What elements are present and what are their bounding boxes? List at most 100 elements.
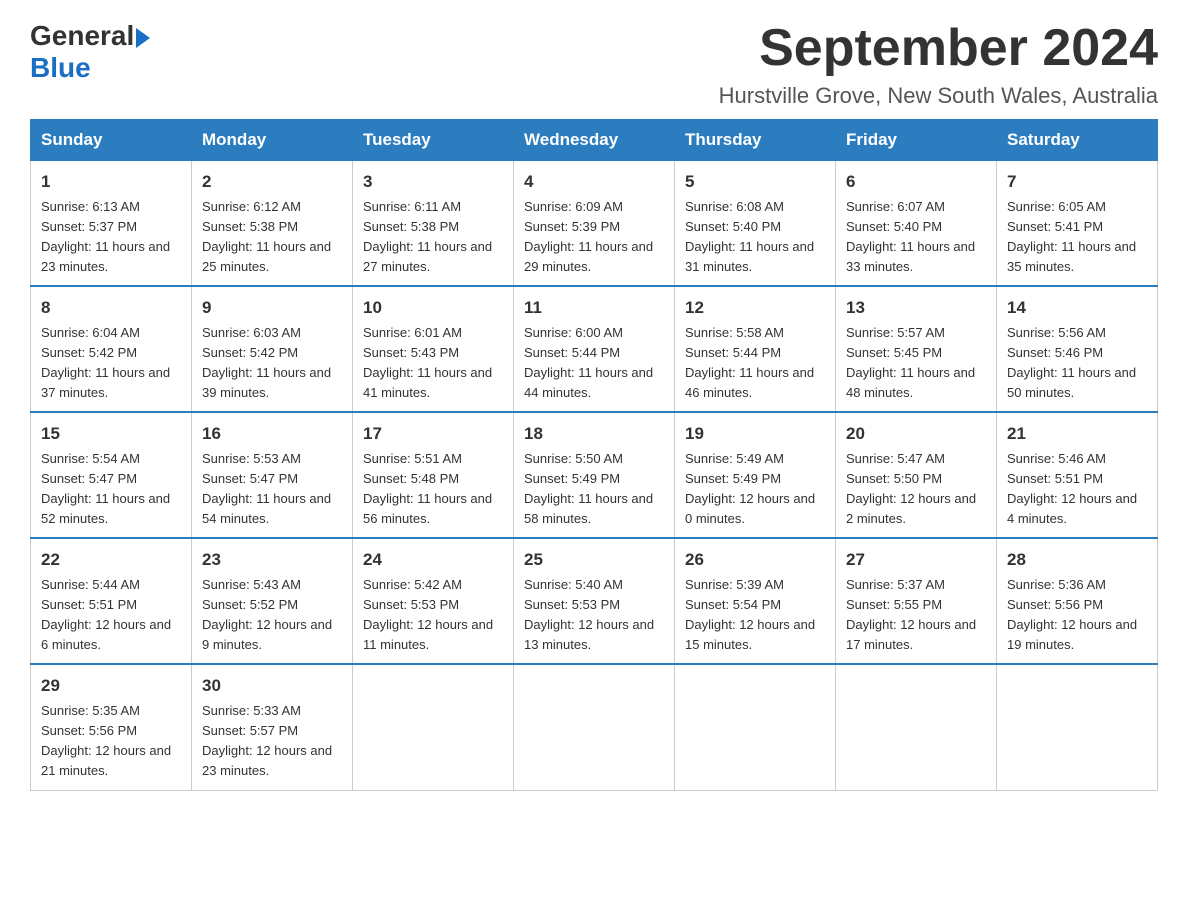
title-section: September 2024 Hurstville Grove, New Sou… — [719, 20, 1158, 109]
day-number: 4 — [524, 169, 664, 195]
day-number: 28 — [1007, 547, 1147, 573]
table-row: 16Sunrise: 5:53 AMSunset: 5:47 PMDayligh… — [192, 412, 353, 538]
table-row — [353, 664, 514, 790]
day-number: 29 — [41, 673, 181, 699]
day-info: Sunrise: 6:08 AMSunset: 5:40 PMDaylight:… — [685, 197, 825, 278]
day-info: Sunrise: 5:35 AMSunset: 5:56 PMDaylight:… — [41, 701, 181, 782]
page-header: General Blue September 2024 Hurstville G… — [30, 20, 1158, 109]
table-row: 14Sunrise: 5:56 AMSunset: 5:46 PMDayligh… — [997, 286, 1158, 412]
day-info: Sunrise: 6:12 AMSunset: 5:38 PMDaylight:… — [202, 197, 342, 278]
day-info: Sunrise: 5:50 AMSunset: 5:49 PMDaylight:… — [524, 449, 664, 530]
day-number: 12 — [685, 295, 825, 321]
table-row: 11Sunrise: 6:00 AMSunset: 5:44 PMDayligh… — [514, 286, 675, 412]
day-number: 16 — [202, 421, 342, 447]
table-row: 15Sunrise: 5:54 AMSunset: 5:47 PMDayligh… — [31, 412, 192, 538]
table-row: 20Sunrise: 5:47 AMSunset: 5:50 PMDayligh… — [836, 412, 997, 538]
table-row: 3Sunrise: 6:11 AMSunset: 5:38 PMDaylight… — [353, 161, 514, 287]
day-info: Sunrise: 6:05 AMSunset: 5:41 PMDaylight:… — [1007, 197, 1147, 278]
day-info: Sunrise: 6:13 AMSunset: 5:37 PMDaylight:… — [41, 197, 181, 278]
table-row — [836, 664, 997, 790]
calendar-table: Sunday Monday Tuesday Wednesday Thursday… — [30, 119, 1158, 790]
table-row — [675, 664, 836, 790]
table-row: 4Sunrise: 6:09 AMSunset: 5:39 PMDaylight… — [514, 161, 675, 287]
table-row: 29Sunrise: 5:35 AMSunset: 5:56 PMDayligh… — [31, 664, 192, 790]
day-number: 30 — [202, 673, 342, 699]
col-header-sunday: Sunday — [31, 120, 192, 161]
day-info: Sunrise: 5:33 AMSunset: 5:57 PMDaylight:… — [202, 701, 342, 782]
day-info: Sunrise: 5:49 AMSunset: 5:49 PMDaylight:… — [685, 449, 825, 530]
col-header-saturday: Saturday — [997, 120, 1158, 161]
table-row: 22Sunrise: 5:44 AMSunset: 5:51 PMDayligh… — [31, 538, 192, 664]
day-info: Sunrise: 5:58 AMSunset: 5:44 PMDaylight:… — [685, 323, 825, 404]
calendar-week-row: 15Sunrise: 5:54 AMSunset: 5:47 PMDayligh… — [31, 412, 1158, 538]
table-row: 21Sunrise: 5:46 AMSunset: 5:51 PMDayligh… — [997, 412, 1158, 538]
day-number: 1 — [41, 169, 181, 195]
calendar-week-row: 22Sunrise: 5:44 AMSunset: 5:51 PMDayligh… — [31, 538, 1158, 664]
day-info: Sunrise: 5:46 AMSunset: 5:51 PMDaylight:… — [1007, 449, 1147, 530]
logo-general-text: General — [30, 20, 134, 52]
logo: General Blue — [30, 20, 150, 84]
col-header-tuesday: Tuesday — [353, 120, 514, 161]
day-info: Sunrise: 5:56 AMSunset: 5:46 PMDaylight:… — [1007, 323, 1147, 404]
table-row: 1Sunrise: 6:13 AMSunset: 5:37 PMDaylight… — [31, 161, 192, 287]
table-row: 26Sunrise: 5:39 AMSunset: 5:54 PMDayligh… — [675, 538, 836, 664]
day-info: Sunrise: 6:04 AMSunset: 5:42 PMDaylight:… — [41, 323, 181, 404]
table-row: 12Sunrise: 5:58 AMSunset: 5:44 PMDayligh… — [675, 286, 836, 412]
day-info: Sunrise: 5:36 AMSunset: 5:56 PMDaylight:… — [1007, 575, 1147, 656]
day-info: Sunrise: 5:37 AMSunset: 5:55 PMDaylight:… — [846, 575, 986, 656]
day-number: 3 — [363, 169, 503, 195]
location-title: Hurstville Grove, New South Wales, Austr… — [719, 83, 1158, 109]
table-row: 17Sunrise: 5:51 AMSunset: 5:48 PMDayligh… — [353, 412, 514, 538]
day-info: Sunrise: 6:07 AMSunset: 5:40 PMDaylight:… — [846, 197, 986, 278]
table-row: 18Sunrise: 5:50 AMSunset: 5:49 PMDayligh… — [514, 412, 675, 538]
table-row: 9Sunrise: 6:03 AMSunset: 5:42 PMDaylight… — [192, 286, 353, 412]
col-header-wednesday: Wednesday — [514, 120, 675, 161]
calendar-week-row: 29Sunrise: 5:35 AMSunset: 5:56 PMDayligh… — [31, 664, 1158, 790]
day-number: 11 — [524, 295, 664, 321]
day-number: 21 — [1007, 421, 1147, 447]
day-info: Sunrise: 6:00 AMSunset: 5:44 PMDaylight:… — [524, 323, 664, 404]
day-info: Sunrise: 5:54 AMSunset: 5:47 PMDaylight:… — [41, 449, 181, 530]
day-info: Sunrise: 6:09 AMSunset: 5:39 PMDaylight:… — [524, 197, 664, 278]
table-row: 7Sunrise: 6:05 AMSunset: 5:41 PMDaylight… — [997, 161, 1158, 287]
calendar-week-row: 8Sunrise: 6:04 AMSunset: 5:42 PMDaylight… — [31, 286, 1158, 412]
col-header-thursday: Thursday — [675, 120, 836, 161]
day-number: 15 — [41, 421, 181, 447]
table-row: 2Sunrise: 6:12 AMSunset: 5:38 PMDaylight… — [192, 161, 353, 287]
day-info: Sunrise: 5:43 AMSunset: 5:52 PMDaylight:… — [202, 575, 342, 656]
day-number: 2 — [202, 169, 342, 195]
month-title: September 2024 — [719, 20, 1158, 77]
table-row: 30Sunrise: 5:33 AMSunset: 5:57 PMDayligh… — [192, 664, 353, 790]
table-row: 5Sunrise: 6:08 AMSunset: 5:40 PMDaylight… — [675, 161, 836, 287]
day-info: Sunrise: 5:47 AMSunset: 5:50 PMDaylight:… — [846, 449, 986, 530]
day-number: 24 — [363, 547, 503, 573]
day-number: 19 — [685, 421, 825, 447]
table-row: 13Sunrise: 5:57 AMSunset: 5:45 PMDayligh… — [836, 286, 997, 412]
day-number: 14 — [1007, 295, 1147, 321]
day-info: Sunrise: 6:03 AMSunset: 5:42 PMDaylight:… — [202, 323, 342, 404]
day-info: Sunrise: 5:39 AMSunset: 5:54 PMDaylight:… — [685, 575, 825, 656]
day-info: Sunrise: 5:51 AMSunset: 5:48 PMDaylight:… — [363, 449, 503, 530]
table-row: 24Sunrise: 5:42 AMSunset: 5:53 PMDayligh… — [353, 538, 514, 664]
day-info: Sunrise: 5:42 AMSunset: 5:53 PMDaylight:… — [363, 575, 503, 656]
day-number: 7 — [1007, 169, 1147, 195]
day-number: 25 — [524, 547, 664, 573]
day-number: 23 — [202, 547, 342, 573]
day-number: 8 — [41, 295, 181, 321]
day-number: 17 — [363, 421, 503, 447]
day-number: 5 — [685, 169, 825, 195]
logo-arrow-icon — [136, 28, 150, 48]
table-row: 27Sunrise: 5:37 AMSunset: 5:55 PMDayligh… — [836, 538, 997, 664]
col-header-friday: Friday — [836, 120, 997, 161]
table-row — [514, 664, 675, 790]
table-row: 19Sunrise: 5:49 AMSunset: 5:49 PMDayligh… — [675, 412, 836, 538]
calendar-header-row: Sunday Monday Tuesday Wednesday Thursday… — [31, 120, 1158, 161]
table-row: 28Sunrise: 5:36 AMSunset: 5:56 PMDayligh… — [997, 538, 1158, 664]
day-number: 18 — [524, 421, 664, 447]
day-number: 22 — [41, 547, 181, 573]
day-info: Sunrise: 5:44 AMSunset: 5:51 PMDaylight:… — [41, 575, 181, 656]
table-row: 23Sunrise: 5:43 AMSunset: 5:52 PMDayligh… — [192, 538, 353, 664]
day-info: Sunrise: 6:11 AMSunset: 5:38 PMDaylight:… — [363, 197, 503, 278]
day-number: 9 — [202, 295, 342, 321]
day-number: 13 — [846, 295, 986, 321]
